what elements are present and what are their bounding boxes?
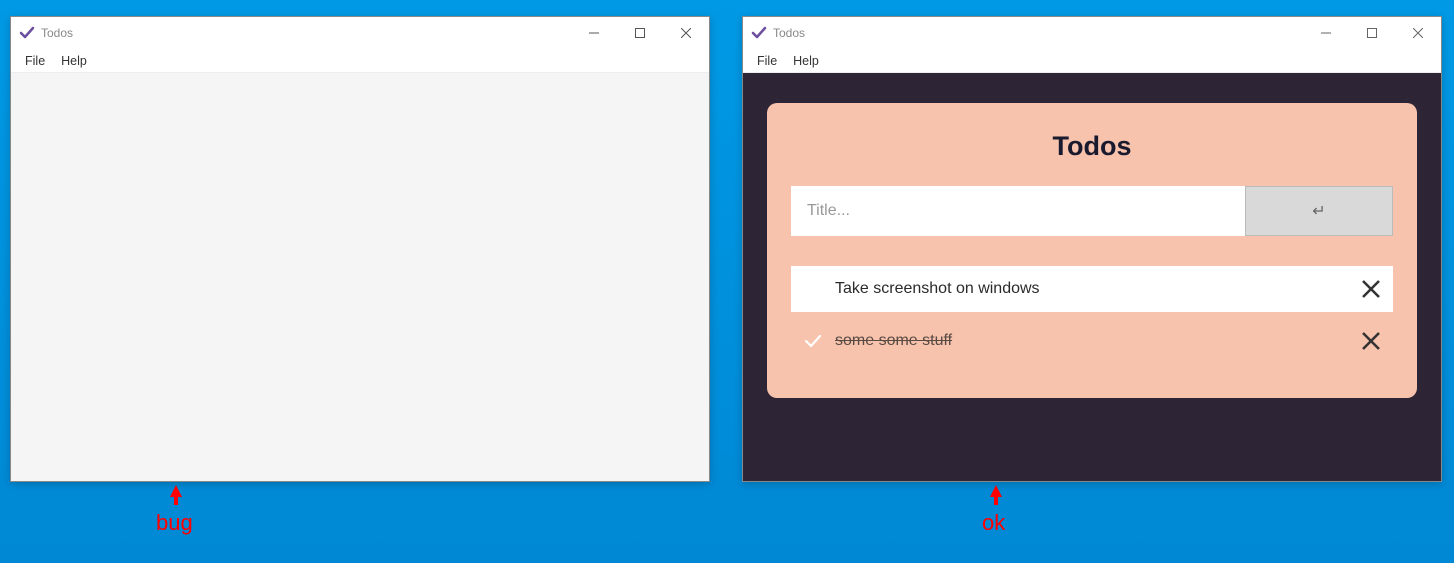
window-controls — [571, 17, 709, 49]
menu-file[interactable]: File — [17, 52, 53, 70]
delete-icon[interactable] — [1361, 279, 1381, 299]
content-area-blank — [11, 73, 709, 481]
minimize-button[interactable] — [1303, 17, 1349, 49]
todo-panel: Todos ↵ Take screenshot on windows some … — [767, 103, 1417, 398]
titlebar[interactable]: Todos — [743, 17, 1441, 49]
menubar: File Help — [743, 49, 1441, 73]
maximize-button[interactable] — [1349, 17, 1395, 49]
content-area: Todos ↵ Take screenshot on windows some … — [743, 73, 1441, 481]
window-controls — [1303, 17, 1441, 49]
title-input[interactable] — [791, 186, 1245, 236]
submit-button[interactable]: ↵ — [1245, 186, 1393, 236]
menubar: File Help — [11, 49, 709, 73]
input-row: ↵ — [791, 186, 1393, 236]
arrow-icon — [168, 485, 184, 510]
arrow-icon — [988, 485, 1004, 510]
window-title: Todos — [41, 26, 73, 40]
menu-help[interactable]: Help — [53, 52, 95, 70]
menu-help[interactable]: Help — [785, 52, 827, 70]
app-icon — [751, 25, 767, 41]
todo-item[interactable]: some some stuff — [791, 318, 1393, 364]
app-window-ok: Todos File Help Todos ↵ — [742, 16, 1442, 482]
maximize-button[interactable] — [617, 17, 663, 49]
check-icon[interactable] — [801, 277, 825, 301]
todo-text: Take screenshot on windows — [835, 280, 1361, 298]
delete-icon[interactable] — [1361, 331, 1381, 351]
menu-file[interactable]: File — [749, 52, 785, 70]
annotation-bug: bug — [156, 510, 193, 536]
close-button[interactable] — [663, 17, 709, 49]
annotation-ok: ok — [982, 510, 1005, 536]
app-heading: Todos — [791, 131, 1393, 162]
app-window-bug: Todos File Help — [10, 16, 710, 482]
enter-icon: ↵ — [1312, 201, 1325, 221]
todo-text: some some stuff — [835, 332, 1361, 350]
minimize-button[interactable] — [571, 17, 617, 49]
window-title: Todos — [773, 26, 805, 40]
check-icon[interactable] — [801, 329, 825, 353]
todo-item[interactable]: Take screenshot on windows — [791, 266, 1393, 312]
app-icon — [19, 25, 35, 41]
titlebar[interactable]: Todos — [11, 17, 709, 49]
close-button[interactable] — [1395, 17, 1441, 49]
